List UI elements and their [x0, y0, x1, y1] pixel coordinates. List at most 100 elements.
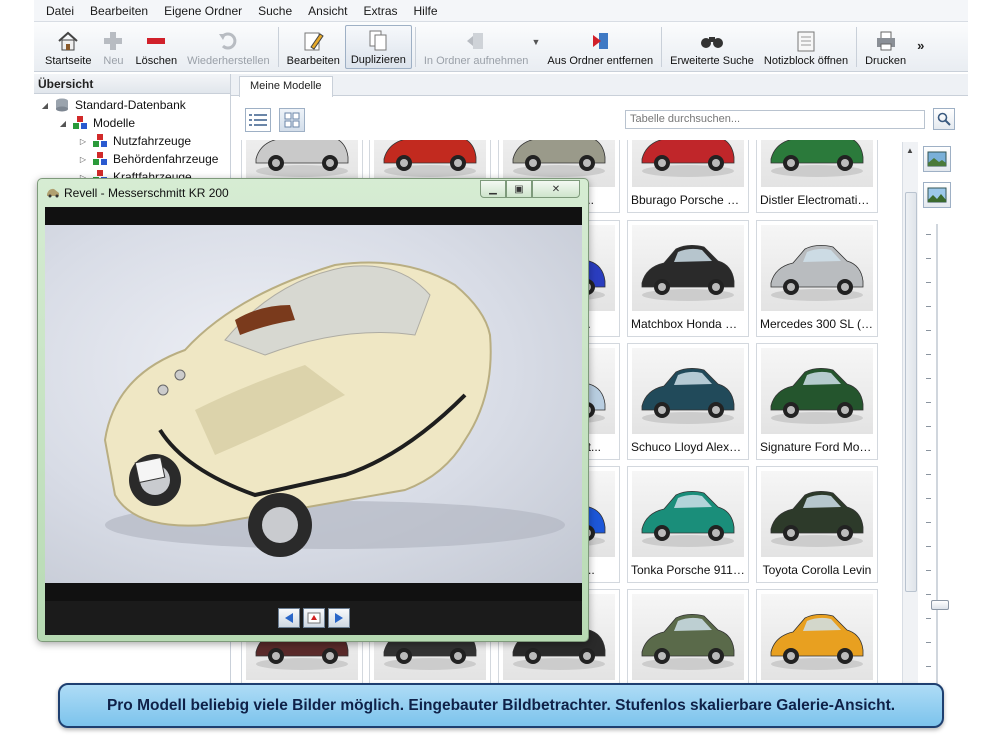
- tree-node-modelle[interactable]: ◢ Modelle: [34, 114, 230, 132]
- blocks-icon: [92, 152, 108, 166]
- edit-button[interactable]: Bearbeiten: [282, 25, 345, 71]
- minimize-button[interactable]: ▁: [480, 180, 506, 198]
- zoom-slider-thumb[interactable]: [931, 600, 949, 610]
- gallery-card[interactable]: Matchbox Honda Ri...: [627, 220, 749, 337]
- model-thumbnail: [761, 140, 873, 187]
- maximize-button[interactable]: ▣: [506, 180, 532, 198]
- list-icon: [249, 114, 267, 126]
- menu-bearbeiten[interactable]: Bearbeiten: [82, 4, 156, 18]
- tab-meine-modelle[interactable]: Meine Modelle: [239, 76, 333, 97]
- scroll-up-icon[interactable]: ▲: [906, 146, 914, 155]
- model-thumbnail: [761, 348, 873, 434]
- model-label: Schuco Lloyd Alexan...: [631, 440, 748, 454]
- model-label: Signature Ford Mod...: [760, 440, 877, 454]
- add-to-folder-button[interactable]: In Ordner aufnehmen: [419, 25, 534, 71]
- home-icon: [56, 30, 80, 52]
- collapse-arrow-icon[interactable]: ▷: [78, 137, 88, 146]
- new-button[interactable]: Neu: [96, 25, 130, 71]
- chevron-down-icon[interactable]: ▼: [531, 37, 540, 71]
- toolbar-separator: [277, 27, 279, 67]
- model-thumbnail: [632, 471, 744, 557]
- print-button[interactable]: Drucken: [860, 25, 911, 71]
- search-button[interactable]: [933, 108, 955, 130]
- menu-datei[interactable]: Datei: [38, 4, 82, 18]
- gallery-view-button[interactable]: [279, 108, 305, 132]
- folder-tree: ◢ Standard-Datenbank ◢ Modelle ▷ Nutzfah…: [34, 94, 230, 186]
- pencil-icon: [301, 30, 325, 52]
- blocks-icon: [72, 116, 88, 130]
- zoom-tick: [926, 522, 931, 523]
- add-folder-icon: [464, 30, 488, 52]
- zoom-tick: [926, 426, 931, 427]
- viewer-stage: [45, 207, 582, 601]
- tab-bar: Meine Modelle: [231, 74, 968, 97]
- model-label: Tonka Porsche 911 T...: [631, 563, 748, 577]
- gallery-card[interactable]: Bburago Porsche 36...: [627, 140, 749, 213]
- tree-node-database[interactable]: ◢ Standard-Datenbank: [34, 96, 230, 114]
- image-view-button[interactable]: [923, 182, 951, 208]
- zoom-slider-track[interactable]: [936, 224, 938, 684]
- arrow-right-icon: [334, 613, 343, 623]
- gallery-card[interactable]: Toyota Corolla Levin: [756, 466, 878, 583]
- menu-hilfe[interactable]: Hilfe: [406, 4, 446, 18]
- remove-from-folder-button[interactable]: Aus Ordner entfernen: [542, 25, 658, 71]
- zoom-tick: [926, 258, 931, 259]
- maximize-icon: ▣: [514, 183, 524, 195]
- zoom-tick: [926, 618, 931, 619]
- remove-folder-icon: [588, 30, 612, 52]
- zoom-tick: [926, 666, 931, 667]
- zoom-tick: [926, 354, 931, 355]
- printer-icon: [874, 30, 898, 52]
- advanced-search-button[interactable]: Erweiterte Suche: [665, 25, 759, 71]
- gallery-card[interactable]: Tonka Porsche 911 T...: [627, 466, 749, 583]
- model-thumbnail: [761, 594, 873, 680]
- binoculars-icon: [700, 30, 724, 52]
- zoom-tick: [926, 498, 931, 499]
- car-photo: [45, 225, 582, 583]
- menu-ansicht[interactable]: Ansicht: [300, 4, 355, 18]
- zoom-tick: [926, 546, 931, 547]
- restore-button[interactable]: Wiederherstellen: [182, 25, 275, 71]
- blocks-icon: [92, 134, 108, 148]
- toolbar-separator: [856, 27, 858, 67]
- app-icon: [46, 186, 60, 198]
- viewer-title: Revell - Messerschmitt KR 200: [64, 186, 229, 200]
- plus-icon: [101, 30, 125, 52]
- gallery-card[interactable]: Signature Ford Mod...: [756, 343, 878, 460]
- model-thumbnail: [632, 594, 744, 680]
- delete-button[interactable]: Löschen: [130, 25, 182, 71]
- expand-arrow-icon[interactable]: ◢: [40, 101, 50, 110]
- gallery-card[interactable]: Mercedes 300 SL (19...: [756, 220, 878, 337]
- close-button[interactable]: ✕: [532, 180, 580, 198]
- image-tool-button[interactable]: [923, 146, 951, 172]
- zoom-tick: [926, 282, 931, 283]
- slideshow-button[interactable]: [302, 608, 325, 628]
- collapse-arrow-icon[interactable]: ▷: [78, 155, 88, 164]
- gallery-card[interactable]: Distler Electromatic ...: [756, 140, 878, 213]
- model-label: Toyota Corolla Levin: [762, 563, 872, 577]
- scrollbar-thumb[interactable]: [905, 192, 917, 592]
- list-view-button[interactable]: [245, 108, 271, 132]
- tree-node-behoerdenfahrzeuge[interactable]: ▷ Behördenfahrzeuge: [34, 150, 230, 168]
- image-viewer-window: Revell - Messerschmitt KR 200 ▁ ▣ ✕: [37, 178, 589, 642]
- next-image-button[interactable]: [327, 608, 350, 628]
- previous-image-button[interactable]: [277, 608, 300, 628]
- zoom-tick: [926, 330, 931, 331]
- table-search-input[interactable]: Tabelle durchsuchen...: [625, 110, 925, 129]
- home-button[interactable]: Startseite: [40, 25, 96, 71]
- duplicate-button[interactable]: Duplizieren: [344, 25, 412, 69]
- notepad-button[interactable]: Notizblock öffnen: [759, 25, 853, 71]
- menu-suche[interactable]: Suche: [250, 4, 300, 18]
- toolbar-separator: [661, 27, 663, 67]
- tree-node-nutzfahrzeuge[interactable]: ▷ Nutzfahrzeuge: [34, 132, 230, 150]
- menu-eigene-ordner[interactable]: Eigene Ordner: [156, 4, 250, 18]
- more-toolbar-button[interactable]: »: [917, 38, 924, 71]
- expand-arrow-icon[interactable]: ◢: [58, 119, 68, 128]
- gallery-card[interactable]: Schuco Lloyd Alexan...: [627, 343, 749, 460]
- zoom-tick: [926, 450, 931, 451]
- model-thumbnail: [632, 225, 744, 311]
- slideshow-icon: [307, 612, 320, 624]
- gallery-scrollbar[interactable]: ▲: [902, 142, 918, 702]
- image-magnify-icon: [927, 151, 947, 167]
- menu-extras[interactable]: Extras: [356, 4, 406, 18]
